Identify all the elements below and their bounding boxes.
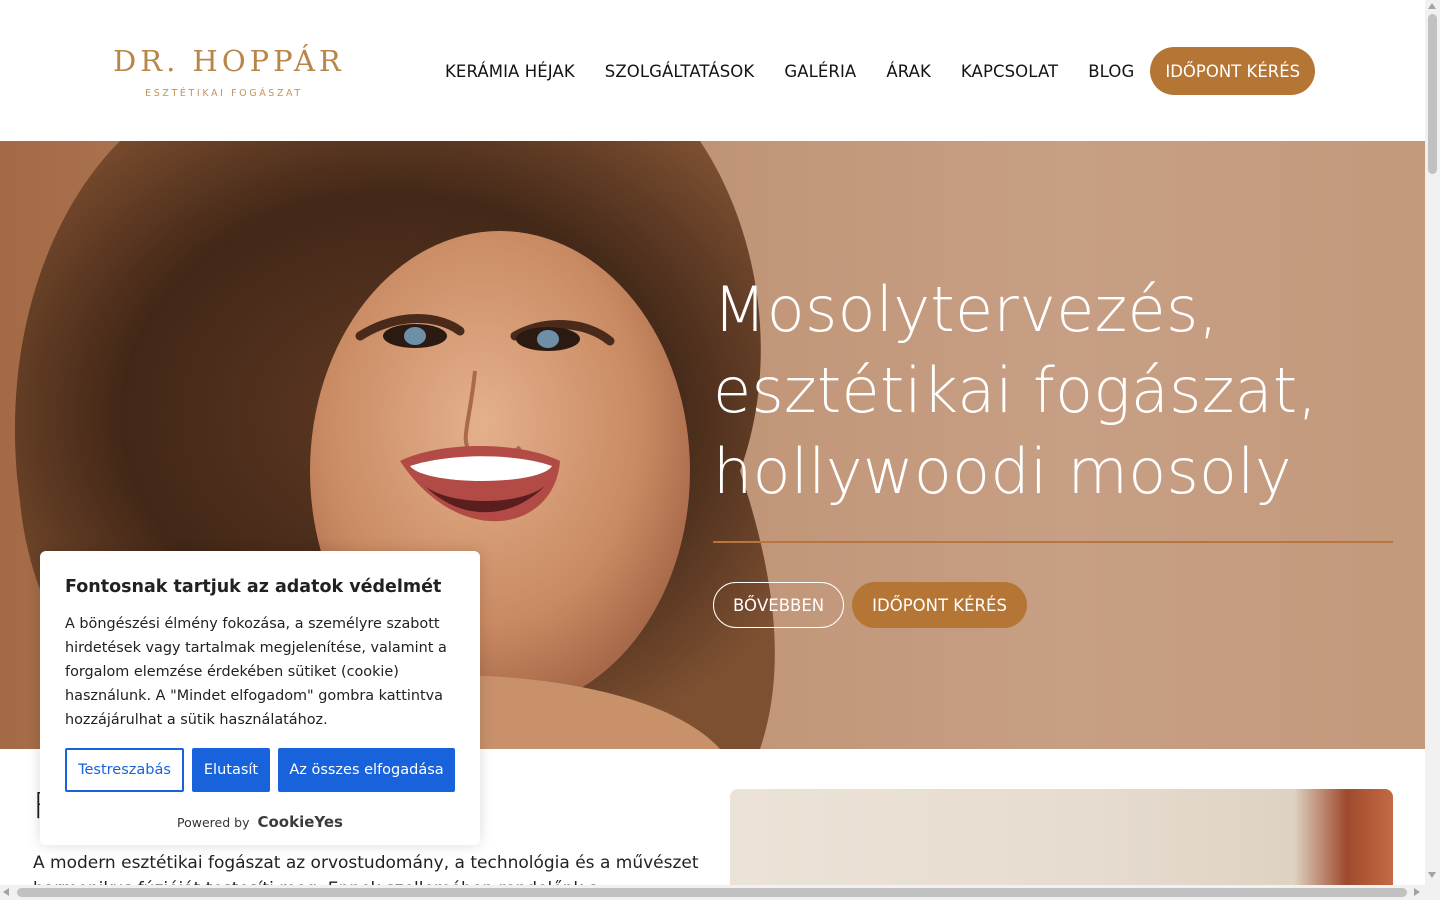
nav-item-szolgaltatasok[interactable]: SZOLGÁLTATÁSOK bbox=[590, 62, 770, 81]
hero-buttons: BŐVEBBEN IDŐPONT KÉRÉS bbox=[713, 582, 1027, 628]
hero-title-line-1: Mosolytervezés, bbox=[713, 273, 1219, 346]
cookie-powered-by: Powered by CookieYes bbox=[40, 813, 480, 831]
nav-item-arak[interactable]: ÁRAK bbox=[871, 62, 946, 81]
cookie-accept-all-button[interactable]: Az összes elfogadása bbox=[278, 748, 455, 792]
site-logo[interactable]: DR. HOPPÁR ESZTÉTIKAI FOGÁSZAT bbox=[113, 44, 345, 99]
scroll-down-arrow-icon[interactable] bbox=[1428, 872, 1436, 878]
cookie-title: Fontosnak tartjuk az adatok védelmét bbox=[65, 577, 442, 597]
scroll-right-arrow-icon[interactable] bbox=[1414, 888, 1420, 896]
main-nav: KERÁMIA HÉJAK SZOLGÁLTATÁSOK GALÉRIA ÁRA… bbox=[430, 47, 1316, 95]
cookie-consent-banner: Fontosnak tartjuk az adatok védelmét A b… bbox=[40, 551, 480, 845]
logo-tagline: ESZTÉTIKAI FOGÁSZAT bbox=[145, 88, 303, 99]
hero-title-line-3: hollywoodi mosoly bbox=[713, 435, 1292, 508]
scroll-left-arrow-icon[interactable] bbox=[3, 888, 9, 896]
site-header: DR. HOPPÁR ESZTÉTIKAI FOGÁSZAT KERÁMIA H… bbox=[0, 0, 1425, 141]
nav-item-galeria[interactable]: GALÉRIA bbox=[769, 62, 871, 81]
horizontal-scrollbar[interactable] bbox=[0, 885, 1425, 900]
vertical-scroll-thumb[interactable] bbox=[1428, 14, 1437, 174]
more-button[interactable]: BŐVEBBEN bbox=[713, 582, 845, 628]
clinic-image bbox=[730, 789, 1393, 900]
horizontal-scroll-thumb[interactable] bbox=[17, 888, 1407, 897]
nav-item-kapcsolat[interactable]: KAPCSOLAT bbox=[946, 62, 1073, 81]
powered-by-label: Powered by bbox=[177, 815, 250, 830]
hero-appointment-button[interactable]: IDŐPONT KÉRÉS bbox=[852, 582, 1027, 628]
nav-item-blog[interactable]: BLOG bbox=[1073, 62, 1149, 81]
hero-divider bbox=[713, 541, 1393, 543]
vertical-scrollbar[interactable] bbox=[1425, 0, 1440, 900]
scroll-up-arrow-icon[interactable] bbox=[1428, 3, 1436, 9]
cookie-description: A böngészési élmény fokozása, a személyr… bbox=[65, 616, 447, 728]
hero-title: Mosolytervezés, esztétikai fogászat, hol… bbox=[713, 269, 1403, 512]
logo-name: DR. HOPPÁR bbox=[113, 44, 345, 78]
hero-title-line-2: esztétikai fogászat, bbox=[713, 354, 1318, 427]
nav-item-keramia-hejak[interactable]: KERÁMIA HÉJAK bbox=[430, 62, 590, 81]
cookie-reject-button[interactable]: Elutasít bbox=[192, 748, 270, 792]
cookie-customize-button[interactable]: Testreszabás bbox=[65, 748, 184, 792]
nav-appointment-button[interactable]: IDŐPONT KÉRÉS bbox=[1150, 47, 1316, 95]
cookie-buttons: Testreszabás Elutasít Az összes elfogadá… bbox=[65, 748, 455, 792]
cookieyes-logo[interactable]: CookieYes bbox=[257, 813, 343, 831]
